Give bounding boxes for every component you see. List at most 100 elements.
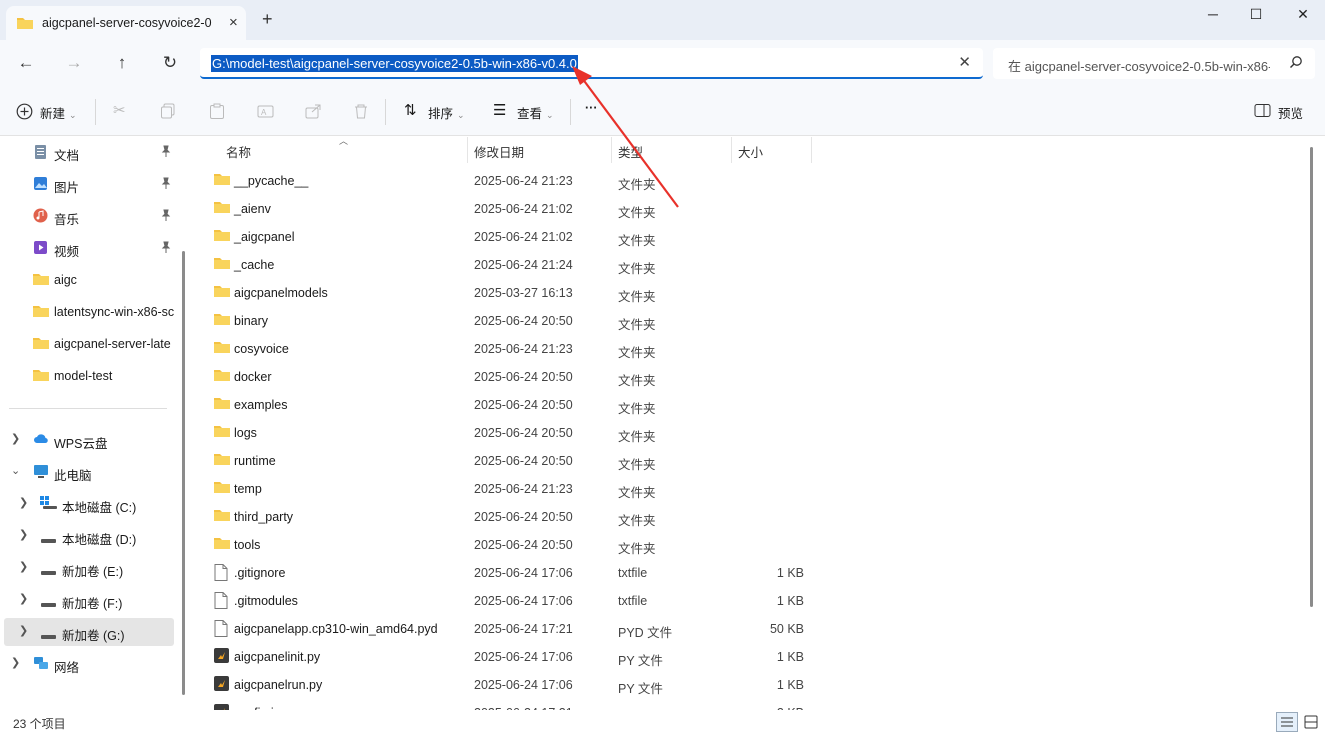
file-row[interactable]: cosyvoice 2025-06-24 21:23 文件夹 [192,335,812,363]
close-window-button[interactable]: ✕ [1288,6,1318,28]
file-row[interactable]: aigcpanelrun.py 2025-06-24 17:06 PY 文件 1 KB [192,671,812,699]
file-row[interactable]: .gitignore 2025-06-24 17:06 txtfile 1 KB [192,559,812,587]
column-header-name[interactable]: 名称 [226,142,251,161]
chevron-right-icon[interactable]: ❯ [11,432,20,445]
paste-icon[interactable] [209,103,225,123]
file-size: 50 KB [769,622,804,636]
chevron-right-icon[interactable]: ❯ [19,592,28,605]
column-header-type[interactable]: 类型 [618,142,643,161]
file-date: 2025-06-24 20:50 [474,510,573,524]
file-row[interactable]: config.json2025-06-24 17:21JSON 文件2 KB [192,699,812,710]
column-header-size[interactable]: 大小 [738,142,763,161]
file-row[interactable]: aigcpanelapp.cp310-win_amd64.pyd 2025-06-… [192,615,812,643]
column-divider[interactable] [611,137,612,163]
folder-icon [214,256,230,273]
delete-icon[interactable] [353,103,369,123]
sidebar-item-drive-f[interactable]: ❯ 新加卷 (F:) [0,586,178,614]
address-path[interactable]: G:\model-test\aigcpanel-server-cosyvoice… [211,55,578,72]
tab-active[interactable]: aigcpanel-server-cosyvoice2-0 × [6,6,246,40]
minimize-button[interactable]: ─ [1198,6,1228,28]
back-arrow-icon[interactable]: ← [14,53,38,75]
chevron-right-icon[interactable]: ❯ [19,496,28,509]
file-row[interactable]: tools 2025-06-24 20:50 文件夹 [192,531,812,559]
file-row[interactable]: docker 2025-06-24 20:50 文件夹 [192,363,812,391]
sidebar-item-music[interactable]: 音乐 [0,202,178,230]
up-arrow-icon[interactable]: ↑ [110,53,134,75]
copy-icon[interactable] [160,103,176,123]
file-row[interactable]: binary 2025-06-24 20:50 文件夹 [192,307,812,335]
more-options-button[interactable]: ··· [585,101,598,115]
file-row[interactable]: runtime 2025-06-24 20:50 文件夹 [192,447,812,475]
file-row[interactable]: aigcpanelinit.py 2025-06-24 17:06 PY 文件 1 K… [192,643,812,671]
chevron-down-icon[interactable]: ⌄ [11,464,20,477]
address-clear-button[interactable]: ✕ [958,53,971,71]
sidebar-item-drive-e[interactable]: ❯ 新加卷 (E:) [0,554,178,582]
sidebar-item-drive-g[interactable]: ❯ 新加卷 (G:) [4,618,174,646]
view-button[interactable]: 查看 ⌄ [517,103,554,122]
preview-button[interactable]: 预览 [1278,103,1303,122]
sidebar-item-aigc[interactable]: aigc [0,266,178,294]
sidebar-item-wps-cloud[interactable]: ❯ WPS云盘 [0,426,178,454]
command-bar: 新建 ⌄ ✂ A ⇅ 排序 ⌄ ☰ 查看 ⌄ ··· 预览 [0,88,1325,136]
rename-icon[interactable]: A [257,103,274,123]
address-bar[interactable]: G:\model-test\aigcpanel-server-cosyvoice… [200,48,983,79]
chevron-right-icon[interactable]: ❯ [19,528,28,541]
folder-icon [214,480,230,497]
file-row[interactable]: third_party 2025-06-24 20:50 文件夹 [192,503,812,531]
toolbar-divider [385,99,386,125]
file-name: aigcpanelinit.py [234,650,321,664]
sidebar-item-label: aigc [54,273,77,287]
folder-icon [214,508,230,525]
sidebar-item-videos[interactable]: 视频 [0,234,178,262]
column-header-date[interactable]: 修改日期 [474,142,524,161]
new-tab-button[interactable]: + [262,10,273,28]
chevron-down-icon: ⌄ [69,110,77,120]
file-name: aigcpanelrun.py [234,678,323,692]
file-row[interactable]: _cache 2025-06-24 21:24 文件夹 [192,251,812,279]
file-row[interactable]: temp 2025-06-24 21:23 文件夹 [192,475,812,503]
refresh-icon[interactable]: ↻ [158,53,182,75]
file-row[interactable]: examples 2025-06-24 20:50 文件夹 [192,391,812,419]
file-date: 2025-06-24 21:02 [474,202,573,216]
tiles-view-icon[interactable] [1303,714,1319,733]
chevron-right-icon[interactable]: ❯ [11,656,20,669]
sidebar-item-latentsync[interactable]: latentsync-win-x86-sc [0,298,178,326]
sidebar-item-pictures[interactable]: 图片 [0,170,178,198]
search-icon[interactable] [1289,55,1303,72]
search-input[interactable]: 在 aigcpanel-server-cosyvoice2-0.5b-win-x… [1008,56,1270,75]
column-divider[interactable] [731,137,732,163]
file-row[interactable]: _aienv 2025-06-24 21:02 文件夹 [192,195,812,223]
sidebar-item-drive-c[interactable]: ❯ 本地磁盘 (C:) [0,490,178,518]
details-view-icon[interactable] [1276,712,1298,732]
new-button[interactable]: 新建 ⌄ [40,103,77,122]
tab-close-button[interactable]: × [229,14,238,31]
python-file-icon [214,676,229,694]
forward-arrow-icon[interactable]: → [62,53,86,75]
file-row[interactable]: _aigcpanel 2025-06-24 21:02 文件夹 [192,223,812,251]
column-divider[interactable] [811,137,812,163]
sidebar-item-model-test[interactable]: model-test [0,362,178,390]
share-icon[interactable] [305,103,322,123]
chevron-right-icon[interactable]: ❯ [19,624,28,637]
file-list-scrollbar[interactable] [1310,147,1313,607]
file-date: 2025-06-24 20:50 [474,538,573,552]
sidebar-item-network[interactable]: ❯ 网络 [0,650,178,678]
file-row[interactable]: aigcpanelmodels 2025-03-27 16:13 文件夹 [192,279,812,307]
file-row[interactable]: logs 2025-06-24 20:50 文件夹 [192,419,812,447]
pin-icon [161,145,171,160]
file-row[interactable]: .gitmodules 2025-06-24 17:06 txtfile 1 KB [192,587,812,615]
sidebar-item-drive-d[interactable]: ❯ 本地磁盘 (D:) [0,522,178,550]
sidebar-item-aigcpanel-server[interactable]: aigcpanel-server-late [0,330,178,358]
pictures-icon [33,176,48,194]
chevron-right-icon[interactable]: ❯ [19,560,28,573]
column-divider[interactable] [467,137,468,163]
sort-button[interactable]: 排序 ⌄ [428,103,465,122]
file-row[interactable]: __pycache__ 2025-06-24 21:23 文件夹 [192,167,812,195]
cut-icon[interactable]: ✂ [113,101,126,119]
search-box[interactable]: 在 aigcpanel-server-cosyvoice2-0.5b-win-x… [993,48,1315,79]
sidebar-item-documents[interactable]: 文档 [0,138,178,166]
sidebar-item-this-pc[interactable]: ⌄ 此电脑 [0,458,178,486]
maximize-button[interactable]: ☐ [1241,6,1271,28]
sidebar-scrollbar[interactable] [182,251,185,695]
file-type: 文件夹 [618,542,656,556]
